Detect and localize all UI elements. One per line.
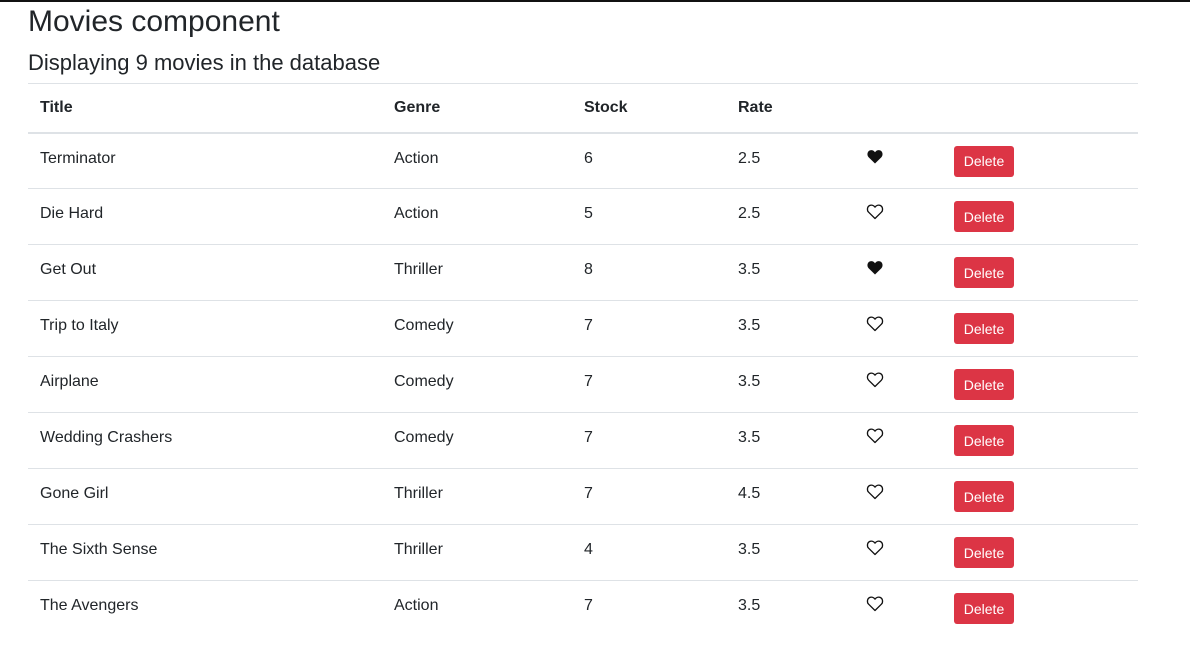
delete-button[interactable]: Delete (954, 145, 1014, 177)
delete-button[interactable]: Delete (954, 481, 1014, 512)
movie-stock: 8 (584, 261, 593, 278)
movie-rate: 3.5 (738, 541, 761, 558)
movie-title: The Avengers (40, 597, 139, 614)
heart-icon[interactable] (858, 540, 884, 556)
movie-stock: 7 (584, 597, 593, 614)
delete-cell: Delete (942, 133, 1138, 189)
heart-icon[interactable] (858, 484, 884, 500)
heart-icon[interactable] (858, 428, 884, 444)
delete-button[interactable]: Delete (954, 593, 1014, 624)
delete-button[interactable]: Delete (954, 369, 1014, 400)
delete-cell: Delete (942, 301, 1138, 357)
movie-stock: 4 (584, 541, 593, 558)
movie-genre: Thriller (394, 261, 443, 278)
movie-stock: 7 (584, 317, 593, 334)
movie-title: Get Out (40, 261, 97, 278)
delete-button[interactable]: Delete (954, 313, 1014, 344)
like-cell (846, 189, 942, 245)
movie-rate: 3.5 (738, 597, 761, 614)
table-row: Trip to Italy Comedy 7 3.5 Delete (28, 301, 1138, 357)
heart-icon[interactable] (858, 372, 884, 388)
like-cell (846, 469, 942, 525)
movie-rate: 3.5 (738, 373, 761, 390)
column-header-like (846, 84, 942, 133)
heart-icon[interactable] (858, 204, 884, 220)
movie-genre: Comedy (394, 429, 454, 446)
like-cell (846, 525, 942, 581)
delete-cell: Delete (942, 581, 1138, 637)
movie-rate: 3.5 (738, 317, 761, 334)
delete-cell: Delete (942, 245, 1138, 301)
movie-rate: 2.5 (738, 205, 761, 222)
delete-cell: Delete (942, 469, 1138, 525)
movie-stock: 5 (584, 205, 593, 222)
table-header-row: Title Genre Stock Rate (28, 83, 1138, 133)
movie-rate: 3.5 (738, 429, 761, 446)
movie-title: The Sixth Sense (40, 541, 158, 558)
movie-genre: Thriller (394, 541, 443, 558)
delete-cell: Delete (942, 413, 1138, 469)
table-header: Title Genre Stock Rate (28, 83, 1138, 133)
delete-cell: Delete (942, 357, 1138, 413)
column-header-stock: Stock (584, 98, 628, 116)
delete-cell: Delete (942, 525, 1138, 581)
table-row: Wedding Crashers Comedy 7 3.5 Delete (28, 413, 1138, 469)
table-row: Get Out Thriller 8 3.5 Delete (28, 245, 1138, 301)
like-cell (846, 357, 942, 413)
like-cell (846, 245, 942, 301)
movies-table: Title Genre Stock Rate Terminator Action 6… (28, 83, 1138, 637)
table-row: Die Hard Action 5 2.5 Delete (28, 189, 1138, 245)
movie-stock: 7 (584, 485, 593, 502)
movie-title: Airplane (40, 373, 99, 390)
delete-button[interactable]: Delete (954, 425, 1014, 456)
movie-genre: Comedy (394, 373, 454, 390)
table-row: The Sixth Sense Thriller 4 3.5 Delete (28, 525, 1138, 581)
column-header-genre: Genre (394, 98, 441, 116)
like-cell (846, 301, 942, 357)
movie-genre: Action (394, 597, 439, 614)
movie-rate: 4.5 (738, 485, 761, 502)
heart-icon[interactable] (858, 260, 884, 276)
column-header-rate: Rate (738, 98, 773, 116)
table-row: Terminator Action 6 2.5 Delete (28, 133, 1138, 189)
movie-stock: 7 (584, 429, 593, 446)
movie-title: Trip to Italy (40, 317, 119, 334)
table-row: The Avengers Action 7 3.5 Delete (28, 581, 1138, 637)
movie-title: Gone Girl (40, 485, 109, 502)
delete-button[interactable]: Delete (954, 537, 1014, 568)
column-header-delete (942, 84, 1138, 133)
delete-button[interactable]: Delete (954, 257, 1014, 288)
movie-genre: Thriller (394, 485, 443, 502)
movie-genre: Action (394, 205, 439, 222)
like-cell (846, 413, 942, 469)
movie-genre: Comedy (394, 317, 454, 334)
heart-icon[interactable] (858, 596, 884, 612)
movies-component: Movies component Displaying 9 movies in … (28, 2, 1138, 637)
movie-title: Terminator (40, 149, 116, 167)
like-cell (846, 133, 942, 189)
delete-button[interactable]: Delete (954, 201, 1014, 232)
delete-cell: Delete (942, 189, 1138, 245)
movie-title: Die Hard (40, 205, 104, 222)
movie-genre: Action (394, 149, 439, 167)
page-title: Movies component (28, 5, 280, 38)
movie-rate: 2.5 (738, 149, 761, 167)
movie-title: Wedding Crashers (40, 429, 173, 446)
table-row: Gone Girl Thriller 7 4.5 Delete (28, 469, 1138, 525)
movies-count-heading: Displaying 9 movies in the database (28, 50, 381, 75)
column-header-title: Title (40, 98, 73, 116)
table-row: Airplane Comedy 7 3.5 Delete (28, 357, 1138, 413)
movie-stock: 7 (584, 373, 593, 390)
like-cell (846, 581, 942, 637)
heart-icon[interactable] (858, 316, 884, 332)
movie-stock: 6 (584, 149, 593, 167)
heart-icon[interactable] (858, 149, 884, 165)
movie-rate: 3.5 (738, 261, 761, 278)
table-body: Terminator Action 6 2.5 Delete Die Hard Action… (28, 133, 1138, 637)
